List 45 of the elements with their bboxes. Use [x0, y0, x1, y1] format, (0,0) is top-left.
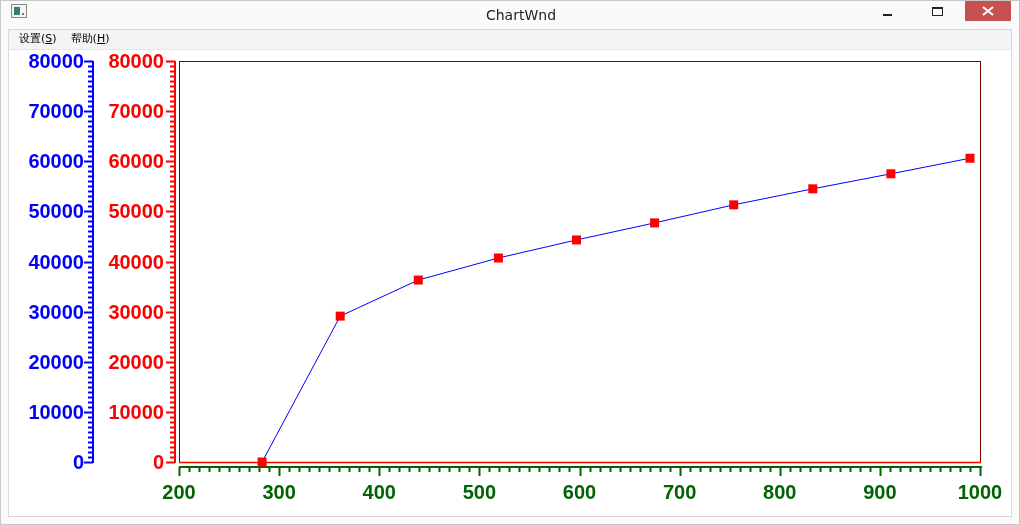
minimize-icon: [883, 13, 893, 16]
data-point: [335, 311, 345, 321]
data-point: [886, 169, 896, 179]
axis-label: 1000: [957, 481, 1003, 503]
axis-label: 300: [262, 481, 296, 503]
axis-label: 10000: [108, 400, 164, 423]
axis-label: 900: [863, 481, 897, 503]
axis-label: 30000: [108, 300, 164, 323]
data-point: [413, 275, 423, 285]
axis-label: 700: [662, 481, 697, 503]
axis-label: 40000: [108, 250, 164, 273]
axis-label: 80000: [28, 50, 84, 72]
menu-item[interactable]: 设置(S): [14, 31, 62, 48]
menu-item[interactable]: 帮助(H): [65, 31, 115, 48]
window-title: ChartWnd: [484, 5, 557, 25]
data-point: [493, 253, 503, 263]
close-button[interactable]: [965, 1, 1011, 22]
maximize-icon: [932, 6, 944, 16]
data-point: [572, 235, 581, 245]
axis-label: 0: [72, 451, 84, 473]
axis-label: 600: [562, 481, 597, 503]
axis-label: 60000: [108, 150, 164, 173]
app-icon: [11, 4, 27, 19]
close-icon: [982, 6, 994, 17]
data-point: [965, 153, 975, 163]
axis-label: 50000: [28, 200, 84, 223]
axis-label: 800: [763, 481, 797, 503]
axis-label: 70000: [108, 100, 164, 123]
axis-label: 20000: [108, 350, 164, 373]
data-point: [808, 184, 818, 194]
axis-label: 500: [462, 481, 497, 503]
axis-label: 10000: [28, 400, 84, 423]
axis-label: 200: [162, 481, 196, 503]
axis-label: 70000: [28, 100, 84, 123]
axis-label: 20000: [28, 350, 84, 373]
axis-label: 0: [152, 451, 164, 473]
data-point: [729, 200, 739, 210]
axis-label: 40000: [28, 250, 84, 273]
data-point: [257, 457, 267, 467]
axis-label: 400: [362, 481, 396, 503]
axis-label: 80000: [108, 50, 164, 72]
axis-label: 30000: [28, 300, 84, 323]
axis-label: 60000: [28, 150, 84, 173]
axis-label: 50000: [108, 200, 164, 223]
data-point: [650, 218, 660, 228]
